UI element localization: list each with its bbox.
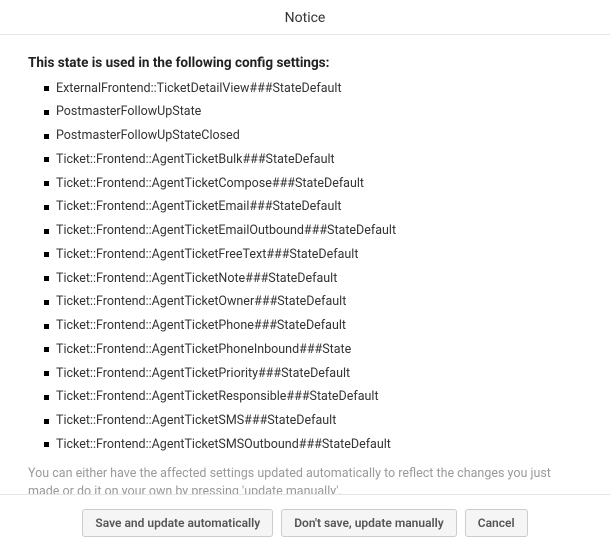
save-update-button[interactable]: Save and update automatically <box>82 509 273 537</box>
settings-list-item: Ticket::Frontend::AgentTicketEmail###Sta… <box>44 196 582 220</box>
note-text: You can either have the affected setting… <box>28 465 582 494</box>
settings-list-item: Ticket::Frontend::AgentTicketOwner###Sta… <box>44 291 582 315</box>
settings-list-item: Ticket::Frontend::AgentTicketFreeText###… <box>44 243 582 267</box>
settings-list-item: PostmasterFollowUpStateClosed <box>44 125 582 149</box>
settings-list-item: Ticket::Frontend::AgentTicketPriority###… <box>44 362 582 386</box>
settings-list-item: Ticket::Frontend::AgentTicketPhone###Sta… <box>44 315 582 339</box>
dont-save-button[interactable]: Don't save, update manually <box>281 509 457 537</box>
dialog-body: This state is used in the following conf… <box>0 35 610 494</box>
notice-dialog: Notice This state is used in the followi… <box>0 0 610 551</box>
dialog-footer: Save and update automatically Don't save… <box>0 494 610 551</box>
settings-list-item: Ticket::Frontend::AgentTicketSMS###State… <box>44 410 582 434</box>
intro-text: This state is used in the following conf… <box>28 55 582 71</box>
settings-list: ExternalFrontend::TicketDetailView###Sta… <box>28 77 582 457</box>
settings-list-item: Ticket::Frontend::AgentTicketPhoneInboun… <box>44 338 582 362</box>
settings-list-item: Ticket::Frontend::AgentTicketResponsible… <box>44 386 582 410</box>
settings-list-item: Ticket::Frontend::AgentTicketEmailOutbou… <box>44 220 582 244</box>
settings-list-item: ExternalFrontend::TicketDetailView###Sta… <box>44 77 582 101</box>
settings-list-item: PostmasterFollowUpState <box>44 101 582 125</box>
cancel-button[interactable]: Cancel <box>465 509 528 537</box>
dialog-title: Notice <box>0 0 610 35</box>
settings-list-item: Ticket::Frontend::AgentTicketBulk###Stat… <box>44 148 582 172</box>
settings-list-item: Ticket::Frontend::AgentTicketNote###Stat… <box>44 267 582 291</box>
settings-list-item: Ticket::Frontend::AgentTicketCompose###S… <box>44 172 582 196</box>
settings-list-item: Ticket::Frontend::AgentTicketSMSOutbound… <box>44 433 582 457</box>
